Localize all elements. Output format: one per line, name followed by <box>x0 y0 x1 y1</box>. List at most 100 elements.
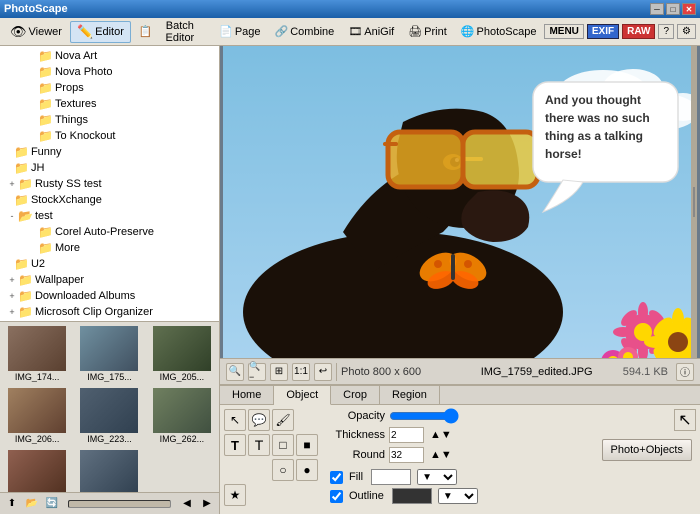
select-tool-button[interactable]: ↖ <box>224 409 246 431</box>
exif-btn[interactable]: EXIF <box>587 24 619 39</box>
thumb-image <box>80 450 138 492</box>
tab-crop[interactable]: Crop <box>331 386 380 404</box>
menu-btn[interactable]: MENU <box>544 24 583 39</box>
tree-item-nova-art[interactable]: 📁 Nova Art <box>2 48 217 64</box>
zoom-in-button[interactable]: 🔍 <box>226 363 244 381</box>
tab-anigif[interactable]: 🎞 AniGif <box>342 23 400 40</box>
tree-item-jh[interactable]: 📁 JH <box>2 160 217 176</box>
folder-add-button[interactable]: 📂 <box>24 496 40 512</box>
star-button[interactable]: ★ <box>224 484 246 506</box>
zoom-out-button[interactable]: 🔍− <box>248 363 266 381</box>
thickness-input[interactable] <box>389 427 424 443</box>
maximize-button[interactable]: □ <box>666 3 680 15</box>
tool-buttons: ↖ 💬 🖌 T T □ ■ ○ ● <box>224 409 318 510</box>
thumb-image <box>8 388 66 433</box>
tab-combine[interactable]: 🔗 Combine <box>269 23 341 40</box>
tab-photoscape[interactable]: 🌐 PhotoScape <box>455 23 543 40</box>
outline-checkbox[interactable] <box>330 490 343 503</box>
thumbnail-img175[interactable]: IMG_175... <box>74 324 144 384</box>
tree-item-things[interactable]: 📁 Things <box>2 112 217 128</box>
thumbnail-img262[interactable]: IMG_262... <box>147 386 217 446</box>
round-input[interactable] <box>389 447 424 463</box>
splitter-handle[interactable] <box>691 46 697 358</box>
speech-bubble-button[interactable]: 💬 <box>248 409 270 431</box>
tree-item-mso[interactable]: + 📁 Microsoft Clip Organizer <box>2 304 217 320</box>
fill-color-select[interactable]: ▼ <box>417 469 457 485</box>
fill-color-swatch[interactable] <box>371 469 411 485</box>
fill-checkbox[interactable] <box>330 471 343 484</box>
tab-batch-editor[interactable]: 📋 Batch Editor <box>133 18 211 46</box>
tree-toggle[interactable]: + <box>6 290 18 302</box>
raw-btn[interactable]: RAW <box>622 24 655 39</box>
refresh-button[interactable]: 🔄 <box>44 496 60 512</box>
folder-icon: 📁 <box>14 161 29 175</box>
opacity-slider[interactable] <box>389 409 459 423</box>
tree-item-rusty[interactable]: + 📁 Rusty SS test <box>2 176 217 192</box>
text-tool-button[interactable]: T <box>224 434 246 456</box>
minimize-button[interactable]: ─ <box>650 3 664 15</box>
info-button[interactable]: ⓘ <box>676 363 694 381</box>
tree-item-corel[interactable]: 📁 Corel Auto-Preserve <box>2 224 217 240</box>
tree-item-stockxchange[interactable]: 📁 StockXchange <box>2 192 217 208</box>
filename-label: IMG_1759_edited.JPG <box>481 366 593 378</box>
paint-button[interactable]: 🖌 <box>272 409 294 431</box>
tree-item-to-knockout[interactable]: 📁 To Knockout <box>2 128 217 144</box>
filled-rectangle-button[interactable]: ■ <box>296 434 318 456</box>
tree-item-test[interactable]: - 📂 test <box>2 208 217 224</box>
photo-objects-button[interactable]: Photo+Objects <box>602 439 692 461</box>
thumbnail-img174[interactable]: IMG_174... <box>2 324 72 384</box>
tab-editor[interactable]: ✏️ Editor <box>70 21 131 43</box>
thumb-image <box>80 388 138 433</box>
filled-ellipse-button[interactable]: ● <box>296 459 318 481</box>
tree-toggle[interactable]: + <box>6 178 18 190</box>
tree-item-wallpaper[interactable]: + 📁 Wallpaper <box>2 272 217 288</box>
folder-icon: 📁 <box>38 225 53 239</box>
tree-toggle[interactable]: + <box>6 306 18 318</box>
thumbnail-img264[interactable]: IMG_264... <box>2 448 72 492</box>
tab-viewer[interactable]: 👁 Viewer <box>4 22 68 42</box>
tab-print[interactable]: 🖨 Print <box>402 23 453 40</box>
thumbnail-img205[interactable]: IMG_205... <box>147 324 217 384</box>
undo-button[interactable]: ↩ <box>314 363 332 381</box>
fit-button[interactable]: ⊞ <box>270 363 288 381</box>
tab-object[interactable]: Object <box>274 386 331 405</box>
tab-home[interactable]: Home <box>220 386 274 404</box>
thumbnail-img223[interactable]: IMG_223... <box>74 386 144 446</box>
tree-item-nova-photo[interactable]: 📁 Nova Photo <box>2 64 217 80</box>
next-button[interactable]: ▶ <box>199 496 215 512</box>
close-button[interactable]: ✕ <box>682 3 696 15</box>
folder-tree[interactable]: 📁 Nova Art 📁 Nova Photo 📁 Props 📁 Textur… <box>0 46 219 322</box>
folder-up-button[interactable]: ⬆ <box>4 496 20 512</box>
window-controls[interactable]: ─ □ ✕ <box>650 3 696 15</box>
actual-size-button[interactable]: 1:1 <box>292 363 310 381</box>
thumbnail-controls: ⬆ 📂 🔄 ◀ ▶ <box>0 492 219 514</box>
zoom-slider[interactable] <box>68 500 171 508</box>
svg-text:there was no such: there was no such <box>545 111 650 125</box>
thumbnail-img206[interactable]: IMG_206... <box>2 386 72 446</box>
outline-color-select[interactable]: ▼ <box>438 488 478 504</box>
tree-item-u2[interactable]: 📁 U2 <box>2 256 217 272</box>
tree-toggle[interactable]: - <box>6 210 18 222</box>
tree-item-funny[interactable]: 📁 Funny <box>2 144 217 160</box>
tree-toggle[interactable]: + <box>6 274 18 286</box>
cursor-select-button[interactable]: ↖ <box>674 409 696 431</box>
line-tool-button[interactable]: T <box>248 434 270 456</box>
tree-item-textures[interactable]: 📁 Textures <box>2 96 217 112</box>
folder-icon: 📁 <box>38 65 53 79</box>
tool-row-1: ↖ 💬 🖌 <box>224 409 318 431</box>
tree-item-props[interactable]: 📁 Props <box>2 80 217 96</box>
help-btn[interactable]: ? <box>658 24 674 39</box>
tree-item-downloaded[interactable]: + 📁 Downloaded Albums <box>2 288 217 304</box>
tab-region[interactable]: Region <box>380 386 440 404</box>
prev-button[interactable]: ◀ <box>179 496 195 512</box>
ellipse-tool-button[interactable]: ○ <box>272 459 294 481</box>
outline-color-swatch[interactable] <box>392 488 432 504</box>
tree-item-more[interactable]: 📁 More <box>2 240 217 256</box>
settings-btn[interactable]: ⚙ <box>677 24 696 39</box>
thumbnail-area[interactable]: IMG_174... IMG_175... IMG_205... IMG_206… <box>0 322 219 492</box>
anigif-icon: 🎞 <box>348 25 362 38</box>
tab-page[interactable]: 📄 Page <box>213 23 266 40</box>
thumbnail-img277[interactable]: IMG_277... <box>74 448 144 492</box>
rectangle-tool-button[interactable]: □ <box>272 434 294 456</box>
round-label: Round <box>330 449 385 461</box>
